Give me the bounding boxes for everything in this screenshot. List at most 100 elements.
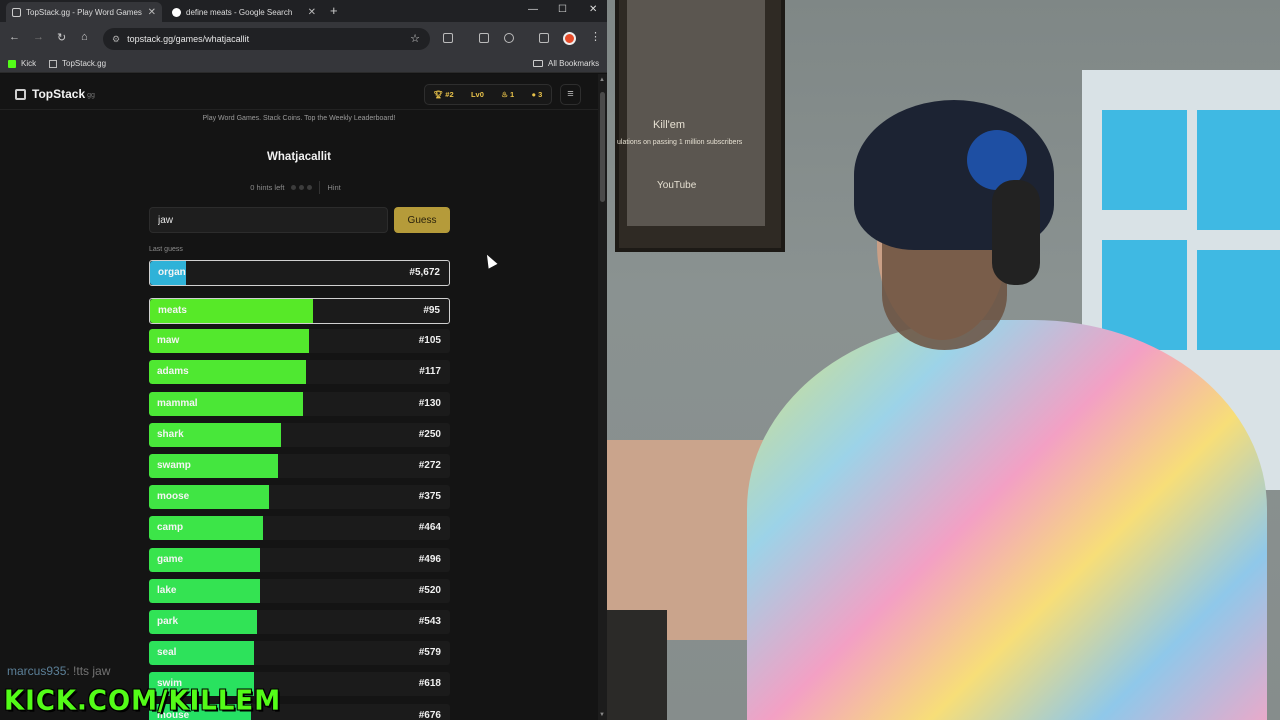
flame-icon: ♨ (501, 90, 508, 99)
guess-word: meats (158, 305, 187, 316)
extension-icon[interactable] (443, 33, 453, 43)
bookmark-kick[interactable]: Kick (8, 59, 36, 68)
guess-row: camp #464 (149, 516, 450, 541)
extension-icon-2[interactable] (504, 33, 514, 43)
scroll-up-icon[interactable]: ▲ (599, 77, 605, 83)
coins-stat: ● 3 (532, 90, 543, 99)
plaque-panel (627, 0, 765, 226)
tab-google[interactable]: define meats - Google Search ✕ (166, 2, 322, 22)
tab-topstack[interactable]: TopStack.gg - Play Word Games ✕ (6, 2, 162, 22)
guess-word: seal (157, 647, 177, 659)
last-guess-label: Last guess (149, 246, 183, 253)
bookmark-label: TopStack.gg (62, 59, 107, 68)
close-tab-icon[interactable]: ✕ (308, 7, 316, 18)
maximize-icon[interactable]: ☐ (558, 4, 567, 15)
guess-rank: #375 (418, 491, 441, 503)
kick-watermark: KICK.COM/KILLEM (4, 685, 282, 717)
guess-word: maw (157, 335, 180, 347)
google-favicon-icon (172, 7, 181, 17)
streak-value: 1 (510, 90, 515, 99)
guess-rank: #272 (418, 460, 441, 471)
address-bar[interactable]: ⚙ topstack.gg/games/whatjacallit ☆ (103, 28, 430, 50)
guess-rank: #520 (418, 584, 441, 596)
guess-row: swamp #272 (149, 454, 450, 478)
person-shirt (747, 320, 1267, 720)
close-tab-icon[interactable]: ✕ (148, 7, 156, 18)
guess-word: mammal (157, 397, 198, 409)
coin-icon: ● (531, 90, 537, 99)
guess-input[interactable] (149, 207, 388, 233)
topstack-icon (49, 59, 57, 68)
coins-value: 3 (538, 90, 543, 99)
tab-title: define meats - Google Search (186, 7, 293, 17)
logo-suffix: gg (87, 92, 95, 99)
youtube-logo: YouTube (657, 180, 697, 191)
new-tab-icon[interactable]: + (330, 3, 338, 18)
forward-icon[interactable]: → (33, 31, 44, 43)
mouse-cursor-icon (482, 252, 498, 269)
page-content: TopStack gg 🏆︎ #2 Lv0 ♨ 1 ● 3 ≡ Play Wor… (0, 74, 598, 720)
page-scrollbar[interactable]: ▲ ▼ (598, 74, 607, 720)
guess-word: moose (157, 491, 190, 503)
all-bookmarks[interactable]: All Bookmarks (533, 59, 599, 68)
guess-rank: #117 (419, 366, 441, 378)
site-info-icon[interactable]: ⚙ (112, 34, 120, 45)
bookmark-star-icon[interactable]: ☆ (410, 32, 420, 45)
guess-word: game (157, 553, 184, 565)
trophy-icon: 🏆︎ (433, 90, 444, 99)
bookmarks-bar: Kick TopStack.gg All Bookmarks (0, 56, 607, 73)
guess-word: lake (157, 584, 177, 596)
guess-row: mammal #130 (149, 391, 450, 416)
site-logo[interactable]: TopStack gg (15, 87, 95, 101)
user-stats[interactable]: 🏆︎ #2 Lv0 ♨ 1 ● 3 (424, 84, 552, 105)
guess-rank: #130 (418, 397, 441, 409)
scroll-down-icon[interactable]: ▼ (599, 712, 605, 718)
guess-rank: #496 (418, 553, 441, 565)
guess-row: shark #250 (149, 422, 450, 447)
scrollbar-thumb[interactable] (600, 92, 605, 202)
last-guess-row: organ #5,672 (149, 260, 450, 286)
back-icon[interactable]: ← (9, 31, 20, 43)
minimize-icon[interactable]: — (528, 4, 538, 15)
guess-button[interactable]: Guess (394, 207, 450, 233)
tagline: Play Word Games. Stack Coins. Top the We… (202, 115, 396, 122)
hints-row: 0 hints left Hint (0, 181, 598, 194)
guess-row: game #496 (149, 547, 450, 572)
guess-rank: #95 (423, 305, 440, 316)
profile-avatar[interactable] (563, 32, 576, 45)
close-window-icon[interactable]: ✕ (589, 4, 597, 15)
chat-message: marcus935: !tts jaw (7, 664, 110, 678)
tab-strip: TopStack.gg - Play Word Games ✕ define m… (0, 0, 607, 22)
logo-text: TopStack (32, 87, 86, 101)
guess-rank: #543 (418, 616, 441, 627)
guess-rank: #579 (418, 647, 441, 659)
media-icon[interactable] (539, 33, 549, 43)
folder-icon (533, 60, 543, 67)
bookmark-topstack[interactable]: TopStack.gg (49, 59, 106, 68)
translate-icon[interactable] (479, 33, 489, 43)
hint-button[interactable]: Hint (319, 181, 347, 194)
guess-rank: #5,672 (409, 267, 440, 278)
headphones (992, 180, 1040, 285)
reload-icon[interactable]: ↻ (57, 31, 66, 44)
game-title: Whatjacallit (267, 151, 331, 163)
guess-word: park (157, 616, 179, 627)
plaque-subtext: ulations on passing 1 million subscriber… (617, 139, 743, 146)
guess-row: moose #375 (149, 485, 450, 510)
kick-icon (8, 59, 16, 68)
home-icon[interactable]: ⌂ (81, 31, 88, 43)
guess-word: swamp (157, 460, 191, 471)
hamburger-menu-icon[interactable]: ≡ (560, 84, 581, 105)
guess-rank: #250 (418, 428, 441, 440)
chat-username: marcus935 (7, 664, 67, 678)
desk (607, 610, 667, 720)
browser-menu-icon[interactable]: ⋮ (590, 30, 601, 43)
hint-dots (291, 185, 313, 190)
browser-window: TopStack.gg - Play Word Games ✕ define m… (0, 0, 607, 720)
screen: { "browser": { "tabs": [ {"title": "TopS… (0, 0, 1280, 720)
guess-word: camp (157, 522, 184, 534)
bookmark-label: Kick (21, 59, 37, 68)
bookmark-label: All Bookmarks (548, 59, 600, 68)
guess-rank: #676 (418, 709, 441, 720)
topstack-favicon-icon (12, 7, 21, 17)
